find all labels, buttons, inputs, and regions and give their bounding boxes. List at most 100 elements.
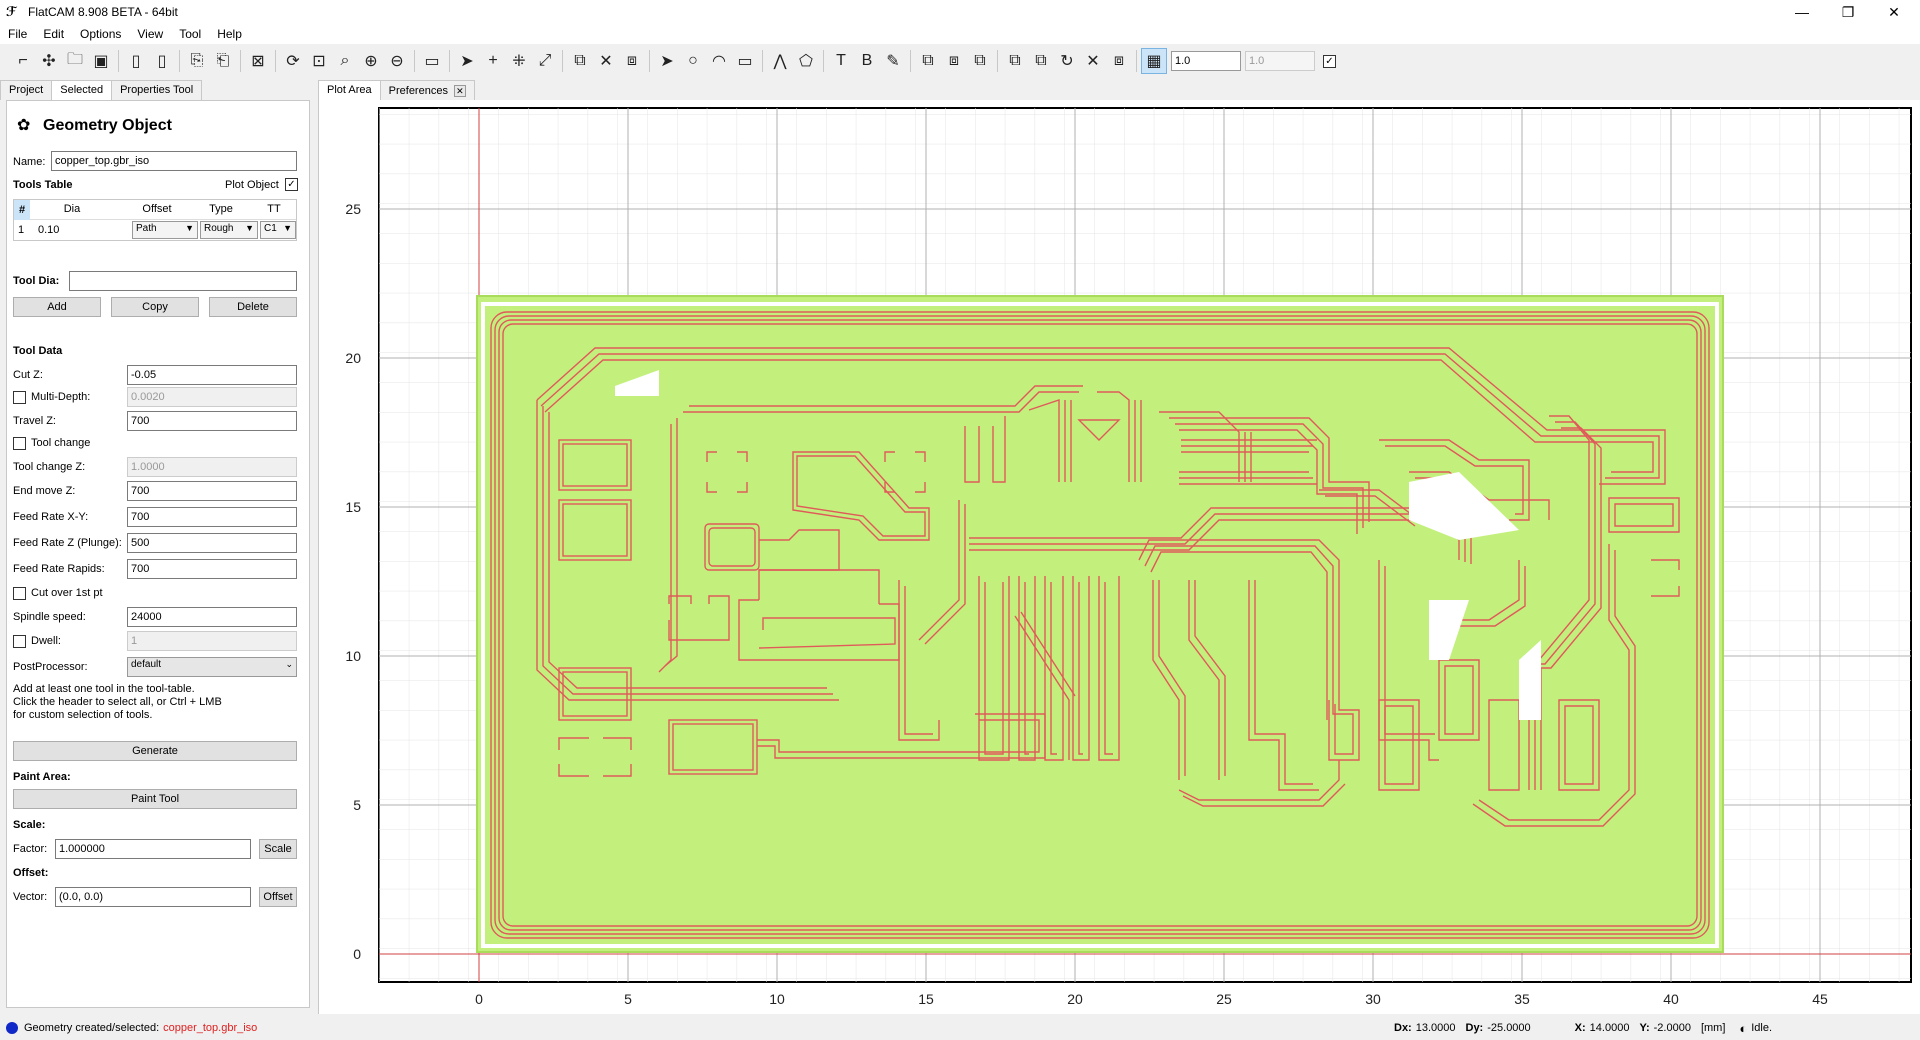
row-dia[interactable]: 0.10 bbox=[38, 224, 59, 236]
close-button[interactable]: ✕ bbox=[1872, 0, 1916, 24]
y-tick-label: 25 bbox=[345, 201, 361, 217]
grid-x-input[interactable] bbox=[1171, 51, 1241, 71]
new-excellon-icon[interactable]: ▯ bbox=[149, 48, 175, 74]
feed-xy-input[interactable]: 700 bbox=[127, 507, 297, 527]
union-icon[interactable]: ⧉ bbox=[915, 48, 941, 74]
zoom-fit-icon[interactable]: ⌕ bbox=[332, 48, 358, 74]
buffer-icon[interactable]: B bbox=[854, 48, 880, 74]
menu-file[interactable]: File bbox=[8, 27, 27, 41]
name-input[interactable]: copper_top.gbr_iso bbox=[51, 151, 297, 171]
spindle-input[interactable]: 24000 bbox=[127, 607, 297, 627]
tab-properties-tool[interactable]: Properties Tool bbox=[111, 80, 203, 100]
add-array-icon[interactable]: ⁜ bbox=[506, 48, 532, 74]
offset-select[interactable]: Path ▼ bbox=[132, 221, 198, 239]
tab-plot-area[interactable]: Plot Area bbox=[318, 80, 381, 100]
new-gerber-icon[interactable]: ▯ bbox=[123, 48, 149, 74]
edit-file-icon[interactable]: ⎘ bbox=[184, 48, 210, 74]
generate-button[interactable]: Generate bbox=[13, 741, 297, 761]
cut-z-input[interactable]: -0.05 bbox=[127, 365, 297, 385]
rotate-icon[interactable]: ↻ bbox=[1054, 48, 1080, 74]
tool-change-z-input[interactable]: 1.0000 bbox=[127, 457, 297, 477]
postprocessor-select[interactable]: default ⌄ bbox=[127, 657, 297, 677]
new-geometry-icon[interactable]: ⌐ bbox=[10, 48, 36, 74]
paint-icon[interactable]: ✎ bbox=[880, 48, 906, 74]
tab-selected[interactable]: Selected bbox=[51, 80, 113, 100]
delete-tool-button[interactable]: Delete bbox=[209, 297, 297, 317]
add-drill-icon[interactable]: + bbox=[480, 48, 506, 74]
menu-options[interactable]: Options bbox=[80, 27, 121, 41]
menu-help[interactable]: Help bbox=[217, 27, 242, 41]
type-select[interactable]: Rough ▼ bbox=[200, 221, 258, 239]
shell-icon[interactable]: ▭ bbox=[419, 48, 445, 74]
table-header-num[interactable]: # bbox=[14, 200, 30, 220]
delete-shape-icon[interactable]: ✕ bbox=[1080, 48, 1106, 74]
title-bar: ℱ FlatCAM 8.908 BETA - 64bit — ❐ ✕ bbox=[0, 0, 1920, 24]
maximize-button[interactable]: ❐ bbox=[1826, 0, 1870, 24]
intersection-icon[interactable]: ⧈ bbox=[941, 48, 967, 74]
scale-button[interactable]: Scale bbox=[259, 839, 297, 859]
delete-object-icon[interactable]: ⊠ bbox=[245, 48, 271, 74]
offset-button[interactable]: Offset bbox=[259, 887, 297, 907]
plot-area[interactable]: 0 5 10 15 20 25 30 35 40 45 0 5 10 15 20… bbox=[318, 100, 1920, 1014]
path-icon[interactable]: ⋀ bbox=[767, 48, 793, 74]
feed-rapids-input[interactable]: 700 bbox=[127, 559, 297, 579]
table-header-offset[interactable]: Offset bbox=[124, 203, 190, 215]
travel-z-input[interactable]: 700 bbox=[127, 411, 297, 431]
add-tool-button[interactable]: Add bbox=[13, 297, 101, 317]
multi-depth-checkbox[interactable] bbox=[13, 391, 26, 404]
zoom-in-icon[interactable]: ⊕ bbox=[358, 48, 384, 74]
plot-object-checkbox[interactable]: ✓ bbox=[285, 178, 298, 191]
table-row[interactable]: 1 0.10 Path ▼ Rough ▼ C1 ▼ bbox=[14, 220, 296, 240]
polygon-icon[interactable]: ⬠ bbox=[793, 48, 819, 74]
replot-icon[interactable]: ⟳ bbox=[280, 48, 306, 74]
end-move-z-input[interactable]: 700 bbox=[127, 481, 297, 501]
menu-edit[interactable]: Edit bbox=[43, 27, 64, 41]
copy-tool-button[interactable]: Copy bbox=[111, 297, 199, 317]
delete-drill-icon[interactable]: ✕ bbox=[593, 48, 619, 74]
save-icon[interactable]: ▣ bbox=[88, 48, 114, 74]
menu-view[interactable]: View bbox=[137, 27, 163, 41]
select-pointer-icon[interactable]: ➤ bbox=[454, 48, 480, 74]
copy-file-icon[interactable]: ⎗ bbox=[210, 48, 236, 74]
tool-change-checkbox[interactable] bbox=[13, 437, 26, 450]
table-header-type[interactable]: Type bbox=[192, 203, 250, 215]
table-header-tt[interactable]: TT bbox=[252, 203, 296, 215]
move-shape-icon[interactable]: ⧈ bbox=[1106, 48, 1132, 74]
select-arrow-icon[interactable]: ➤ bbox=[654, 48, 680, 74]
rectangle-icon[interactable]: ▭ bbox=[732, 48, 758, 74]
vector-input[interactable]: (0.0, 0.0) bbox=[55, 887, 251, 907]
zoom-out-icon[interactable]: ⊖ bbox=[384, 48, 410, 74]
multi-depth-input[interactable]: 0.0020 bbox=[127, 387, 297, 407]
menu-tool[interactable]: Tool bbox=[179, 27, 201, 41]
grid-link-checkbox[interactable]: ✓ bbox=[1323, 54, 1336, 68]
arc-icon[interactable]: ◠ bbox=[706, 48, 732, 74]
clear-plot-icon[interactable]: ⊡ bbox=[306, 48, 332, 74]
dwell-checkbox[interactable] bbox=[13, 635, 26, 648]
move-drill-icon[interactable]: ⧈ bbox=[619, 48, 645, 74]
paint-tool-button[interactable]: Paint Tool bbox=[13, 789, 297, 809]
tab-project[interactable]: Project bbox=[0, 80, 53, 100]
feed-z-input[interactable]: 500 bbox=[127, 533, 297, 553]
table-header-dia[interactable]: Dia bbox=[34, 203, 110, 215]
snap-grid-icon[interactable]: ▦ bbox=[1141, 48, 1167, 74]
copy-geometry-icon[interactable]: ⧉ bbox=[1028, 48, 1054, 74]
open-folder-icon[interactable]: 🗀 bbox=[62, 48, 88, 74]
subtract-icon[interactable]: ⧉ bbox=[967, 48, 993, 74]
dy-value: -25.0000 bbox=[1487, 1022, 1531, 1034]
resize-icon[interactable]: ⤢ bbox=[532, 48, 558, 74]
tab-preferences[interactable]: Preferences ✕ bbox=[379, 80, 475, 100]
cut-over-checkbox[interactable] bbox=[13, 587, 26, 600]
grid-y-input[interactable] bbox=[1245, 51, 1315, 71]
factor-input[interactable]: 1.000000 bbox=[55, 839, 251, 859]
tool-dia-input[interactable] bbox=[69, 271, 297, 291]
copy-drill-icon[interactable]: ⧉ bbox=[567, 48, 593, 74]
close-tab-icon[interactable]: ✕ bbox=[453, 84, 466, 97]
new-object-icon[interactable]: ✣ bbox=[36, 48, 62, 74]
cut-path-icon[interactable]: ⧉ bbox=[1002, 48, 1028, 74]
plot-canvas[interactable]: 0 5 10 15 20 25 30 35 40 45 0 5 10 15 20… bbox=[319, 100, 1919, 1014]
circle-icon[interactable]: ○ bbox=[680, 48, 706, 74]
minimize-button[interactable]: — bbox=[1780, 0, 1824, 24]
dwell-input[interactable]: 1 bbox=[127, 631, 297, 651]
tt-select[interactable]: C1 ▼ bbox=[260, 221, 296, 239]
text-icon[interactable]: T bbox=[828, 48, 854, 74]
